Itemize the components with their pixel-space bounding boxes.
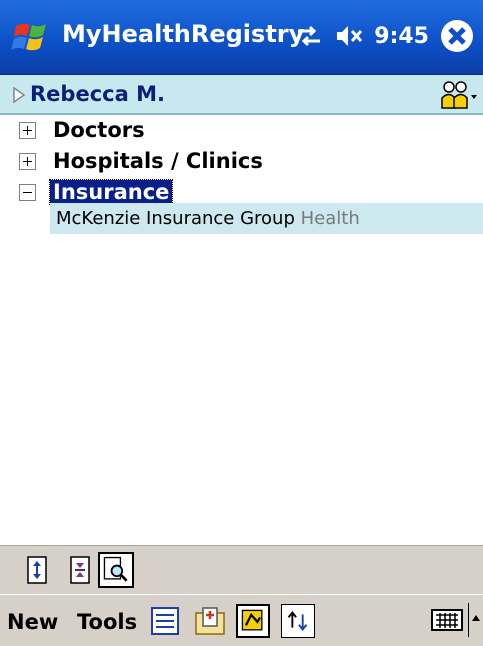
chevron-up-icon[interactable]	[471, 613, 481, 623]
menu-bar: New Tools	[0, 594, 483, 646]
windows-start-icon[interactable]	[10, 16, 52, 58]
tree-view: Doctors Hospitals / Clinics Insurance Mc…	[0, 115, 483, 234]
list-view-icon[interactable]	[148, 604, 182, 638]
collapse-minus-icon[interactable]	[19, 184, 36, 201]
insurance-view-icon[interactable]	[236, 604, 270, 638]
sort-icon[interactable]	[281, 604, 315, 638]
close-icon[interactable]	[439, 18, 475, 54]
triangle-right-icon	[13, 87, 26, 103]
tree-node-label[interactable]: Doctors	[53, 118, 145, 142]
status-area: 9:45	[294, 18, 475, 54]
keyboard-icon[interactable]	[431, 607, 463, 633]
person-name[interactable]: Rebecca M.	[30, 82, 165, 106]
title-bar: MyHealthRegistry 9:45	[0, 0, 483, 75]
connectivity-icon[interactable]	[294, 21, 324, 51]
expand-plus-icon[interactable]	[19, 153, 36, 170]
insurance-list-item[interactable]: McKenzie Insurance Group Health	[50, 203, 483, 234]
clock[interactable]: 9:45	[374, 24, 429, 49]
view-toolbar	[0, 545, 483, 594]
speaker-muted-icon[interactable]	[334, 21, 364, 51]
insurance-entry: McKenzie Insurance Group Health	[56, 208, 360, 229]
new-menu[interactable]: New	[7, 610, 58, 634]
people-selector-icon[interactable]	[439, 78, 479, 112]
expand-plus-icon[interactable]	[19, 122, 36, 139]
tree-node-hospitals[interactable]: Hospitals / Clinics	[0, 146, 483, 177]
insurance-company-name: McKenzie Insurance Group	[56, 208, 295, 229]
tools-menu[interactable]: Tools	[77, 610, 137, 634]
insurance-type: Health	[300, 208, 360, 229]
expand-all-icon[interactable]	[22, 554, 52, 586]
person-bar[interactable]: Rebecca M.	[0, 75, 483, 115]
input-panel-divider	[468, 603, 469, 637]
app-title: MyHealthRegistry	[62, 20, 305, 48]
tree-node-doctors[interactable]: Doctors	[0, 115, 483, 146]
tree-node-label[interactable]: Insurance	[48, 179, 174, 205]
contact-card-icon[interactable]	[193, 604, 227, 638]
tree-node-label[interactable]: Hospitals / Clinics	[53, 149, 263, 173]
collapse-all-icon[interactable]	[65, 554, 95, 586]
find-icon[interactable]	[98, 552, 134, 588]
